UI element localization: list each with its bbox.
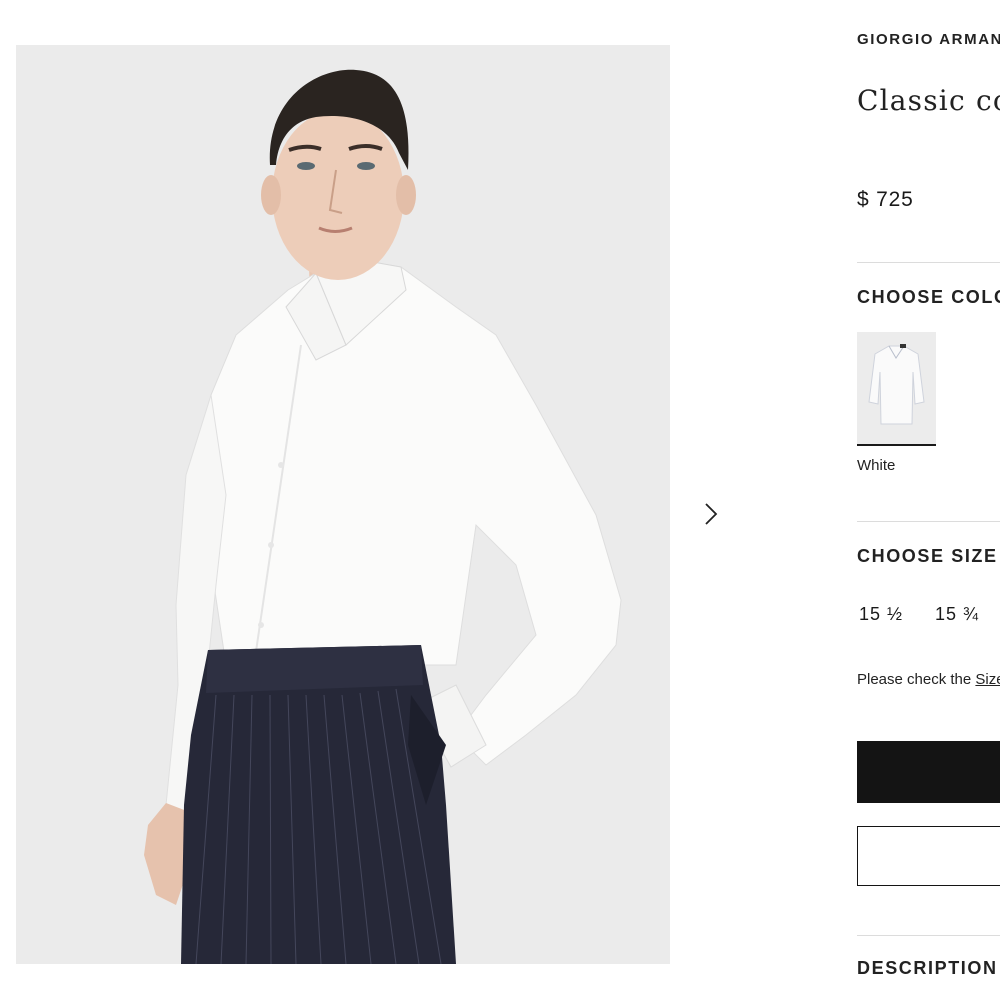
choose-size-heading: CHOOSE SIZE — [857, 546, 998, 566]
divider — [857, 935, 1000, 936]
product-image — [16, 45, 670, 964]
model-illustration — [144, 69, 622, 964]
product-info-panel: GIORGIO ARMANI Classic collar shirt $ 72… — [857, 0, 1000, 1000]
divider — [857, 262, 1000, 263]
product-title: Classic collar shirt — [857, 84, 1000, 117]
selected-color-label: White — [857, 457, 896, 474]
add-to-bag-button[interactable] — [857, 741, 1000, 803]
size-guide-link[interactable]: Size Guide — [975, 671, 1000, 688]
product-price: $ 725 — [857, 188, 914, 211]
color-swatch-white[interactable] — [857, 332, 936, 446]
next-image-button[interactable] — [697, 499, 725, 529]
brand-name: GIORGIO ARMANI — [857, 31, 1000, 48]
size-option[interactable]: 15 ¾ — [935, 604, 979, 625]
shirt-thumbnail-icon — [868, 344, 925, 425]
size-note-text: Please check the — [857, 671, 976, 688]
divider — [857, 521, 1000, 522]
size-option[interactable]: 15 ½ — [859, 604, 903, 625]
secondary-action-button[interactable] — [857, 826, 1000, 886]
description-heading[interactable]: DESCRIPTION — [857, 958, 998, 979]
size-guide-note: Please check the Size Guide — [857, 671, 1000, 688]
chevron-right-icon — [705, 503, 718, 525]
choose-color-heading: CHOOSE COLOR — [857, 287, 1000, 307]
